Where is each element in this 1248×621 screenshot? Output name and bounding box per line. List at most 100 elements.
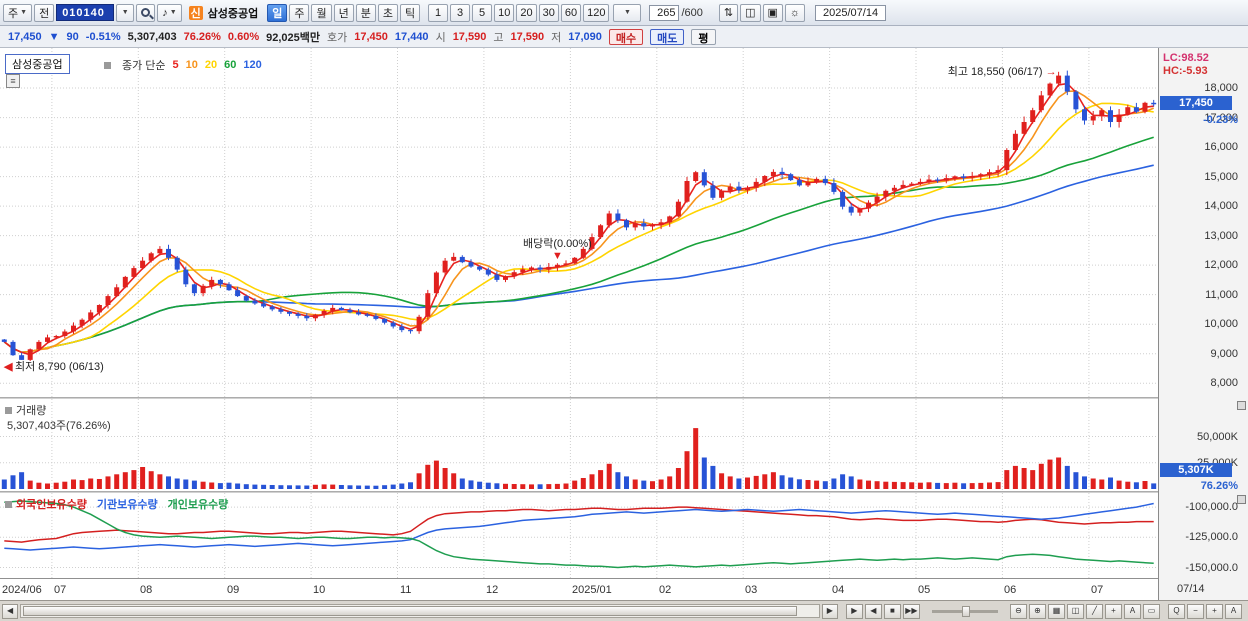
- price-axis-label: 10,000: [1204, 318, 1238, 330]
- period-주-button[interactable]: 주: [289, 3, 310, 22]
- ma-period-label: 10: [185, 59, 198, 71]
- chart-tool-buttons: ⊖ ⊕ ▦ ◫ ╱ + A ▭: [1010, 603, 1160, 619]
- date-axis-label: 05: [918, 584, 931, 596]
- bar-width-slider[interactable]: [931, 605, 998, 617]
- slider-thumb[interactable]: [961, 605, 970, 617]
- ownership-axis-label: -150,000.0: [1185, 562, 1238, 574]
- interval-dropdown[interactable]: ▼: [613, 3, 642, 22]
- candle-count-input[interactable]: 265: [649, 4, 680, 21]
- interval-10-button[interactable]: 10: [494, 3, 515, 22]
- interval-5-button[interactable]: 5: [472, 3, 493, 22]
- period-월-button[interactable]: 월: [311, 3, 332, 22]
- legend-marker-icon: [104, 61, 111, 69]
- svg-text:◀: ◀: [3, 361, 13, 373]
- legend-marker-icon: [5, 406, 12, 414]
- grid-icon[interactable]: ▦: [1048, 603, 1065, 619]
- date-axis: 2024/06 07 08 09 10 11 12 2025/01 02 03 04 05 06 07: [0, 578, 1158, 600]
- scroll-right-button[interactable]: ▶: [821, 603, 838, 619]
- crosshair-icon[interactable]: +: [1105, 603, 1122, 619]
- price-axis-label: 14,000: [1204, 200, 1238, 212]
- ask-price: 17,450: [354, 30, 388, 43]
- quote-bar: 17,450 ▼ 90 -0.51% 5,307,403 76.26% 0.60…: [0, 26, 1248, 48]
- down-arrow-icon: ▼: [48, 30, 60, 43]
- playback-buttons: ▶ ◀ ■ ▶▶: [845, 603, 920, 619]
- chart-style-icon[interactable]: ◫: [1067, 603, 1084, 619]
- ownership-axis-label: -125,000.0: [1185, 531, 1238, 543]
- volume-pane[interactable]: [0, 399, 1158, 491]
- text-tool-icon[interactable]: A: [1124, 603, 1141, 619]
- candlestick-chart[interactable]: 최고 18,550 (06/17) → ◀ 최저 8,790 (06/13) 배당락(0…: [0, 48, 1158, 397]
- scroll-left-button[interactable]: ◀: [2, 603, 19, 619]
- avg-button[interactable]: 평: [691, 28, 716, 45]
- pane-collapse-button[interactable]: [1237, 401, 1246, 410]
- open-label: 시: [435, 31, 446, 44]
- date-axis-label: 03: [745, 584, 758, 596]
- ma-period-label: 20: [204, 59, 218, 71]
- settings-gear-icon[interactable]: ☼: [784, 3, 806, 22]
- search-button[interactable]: [136, 3, 156, 22]
- ma-legend: 종가 단순 5 10 20 60 120: [104, 57, 262, 73]
- compare-icon[interactable]: ⇅: [718, 3, 739, 22]
- shape-tool-icon[interactable]: ▭: [1143, 603, 1160, 619]
- period-일-button[interactable]: 일: [267, 3, 288, 22]
- scrollbar-handle[interactable]: [23, 606, 797, 616]
- hoga-label: 호가: [327, 31, 348, 44]
- volume-title-text: 거래량: [16, 405, 47, 417]
- interval-1-button[interactable]: 1: [428, 3, 449, 22]
- period-년-button[interactable]: 년: [333, 3, 354, 22]
- period-buttons: 일주월년분초틱: [267, 3, 421, 22]
- zoom-in-range-icon[interactable]: ⊕: [1029, 603, 1046, 619]
- volume-chart[interactable]: [0, 399, 1158, 491]
- period-틱-button[interactable]: 틱: [399, 3, 421, 22]
- price-change: 90: [66, 30, 79, 43]
- prev-stock-button[interactable]: 전: [34, 3, 55, 22]
- main-toolbar: 주 ▼ 전 010140 ▼ ♪ ▼ 신 삼성중공업 일주월년분초틱 1 3 5 10…: [0, 0, 1248, 26]
- current-volume-ratio: 76.26%: [1200, 480, 1238, 492]
- interval-3-button[interactable]: 3: [450, 3, 471, 22]
- ma-period-labels: 5 10 20 60 120: [173, 59, 262, 71]
- stock-code-input[interactable]: 010140: [56, 4, 115, 21]
- price-axis-label: 8,000: [1210, 377, 1238, 389]
- ownership-axis-label: -100,000.0: [1185, 501, 1238, 513]
- current-price: 17,450: [8, 30, 42, 43]
- date-axis-label: 06: [1004, 584, 1017, 596]
- zoom-out-button[interactable]: −: [1187, 603, 1204, 619]
- chart-menu-icon[interactable]: ≡: [6, 74, 20, 88]
- play-button[interactable]: ▶: [845, 603, 863, 619]
- date-axis-label: 04: [832, 584, 845, 596]
- code-dropdown-button[interactable]: ▼: [116, 3, 135, 22]
- interval-20-button[interactable]: 20: [516, 3, 537, 22]
- svg-text:→: →: [1046, 66, 1057, 78]
- interval-30-button[interactable]: 30: [538, 3, 559, 22]
- zoom-out-range-icon[interactable]: ⊖: [1010, 603, 1027, 619]
- price-axis-label: 11,000: [1205, 289, 1238, 301]
- interval-60-button[interactable]: 60: [560, 3, 582, 22]
- price-pane[interactable]: 최고 18,550 (06/17) → ◀ 최저 8,790 (06/13) 배당락(0…: [0, 48, 1158, 397]
- chart-type-icon[interactable]: ◫: [740, 3, 761, 22]
- trade-value: 92,025백만: [266, 31, 320, 44]
- magnifier-button[interactable]: Q: [1168, 603, 1185, 619]
- step-forward-button[interactable]: ▶▶: [902, 603, 920, 619]
- step-back-button[interactable]: ◀: [864, 603, 882, 619]
- sound-button[interactable]: ♪ ▼: [157, 3, 182, 22]
- trendline-icon[interactable]: ╱: [1086, 603, 1103, 619]
- period-초-button[interactable]: 초: [377, 3, 398, 22]
- period-mode-dropdown[interactable]: 주 ▼: [3, 3, 33, 22]
- horizontal-scrollbar[interactable]: [20, 604, 820, 618]
- period-분-button[interactable]: 분: [355, 3, 376, 22]
- buy-button[interactable]: 매수: [608, 28, 644, 45]
- save-icon[interactable]: ▣: [762, 3, 783, 22]
- stop-button[interactable]: ■: [883, 603, 901, 619]
- high-price: 17,590: [510, 30, 545, 43]
- zoom-in-button[interactable]: +: [1206, 603, 1223, 619]
- date-field[interactable]: 2025/07/14: [815, 4, 887, 21]
- pane-collapse-button[interactable]: [1237, 495, 1246, 504]
- sell-button[interactable]: 매도: [650, 28, 685, 45]
- auto-scale-button[interactable]: A: [1225, 603, 1242, 619]
- search-icon: [141, 8, 151, 17]
- ma-period-label: 120: [243, 59, 262, 71]
- svg-text:배당락(0.00%): 배당락(0.00%): [523, 237, 592, 250]
- interval-120-button[interactable]: 120: [583, 3, 610, 22]
- volume-total: 5,307,403: [127, 30, 177, 43]
- chart-plot-area[interactable]: 최고 18,550 (06/17) → ◀ 최저 8,790 (06/13) 배당락(0…: [0, 48, 1158, 600]
